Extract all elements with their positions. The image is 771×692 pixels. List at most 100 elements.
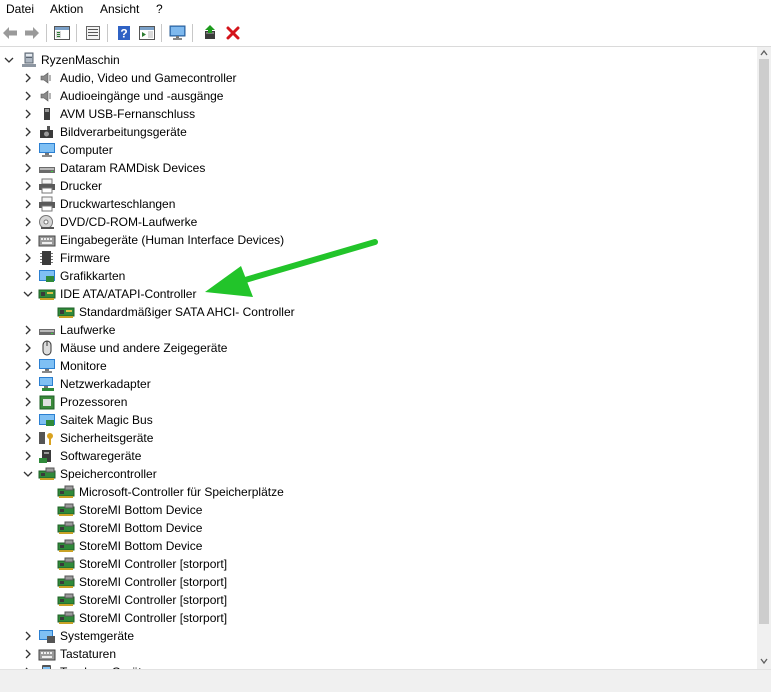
show-hide-action-pane-button[interactable]	[137, 23, 157, 43]
chevron-right-icon[interactable]	[22, 648, 34, 660]
tree-item-label: Laufwerke	[60, 323, 116, 337]
tree-item-label: StoreMI Controller [storport]	[79, 593, 228, 607]
storage-controller-icon	[57, 485, 75, 498]
show-hide-console-tree-button[interactable]	[52, 23, 72, 43]
tree-category-row[interactable]: Softwaregeräte	[0, 447, 757, 465]
tree-item-label: IDE ATA/ATAPI-Controller	[60, 287, 197, 301]
display-adapter-icon	[39, 414, 55, 426]
tree-category-row[interactable]: Sicherheitsgeräte	[0, 429, 757, 447]
tree-category-row[interactable]: Mäuse und andere Zeigegeräte	[0, 339, 757, 357]
chevron-right-icon[interactable]	[22, 630, 34, 642]
tree-device-row[interactable]: StoreMI Controller [storport]	[0, 573, 757, 591]
properties-icon	[86, 26, 100, 40]
console-tree-icon	[54, 26, 70, 40]
chevron-right-icon[interactable]	[22, 450, 34, 462]
back-button[interactable]	[0, 23, 20, 43]
chevron-down-icon[interactable]	[22, 288, 34, 300]
chevron-right-icon[interactable]	[22, 216, 34, 228]
chevron-right-icon[interactable]	[22, 252, 34, 264]
chevron-right-icon[interactable]	[22, 396, 34, 408]
chevron-down-icon[interactable]	[22, 468, 34, 480]
tree-category-row[interactable]: Saitek Magic Bus	[0, 411, 757, 429]
tree-category-row[interactable]: Speichercontroller	[0, 465, 757, 483]
monitor-icon	[169, 25, 186, 40]
tree-device-row[interactable]: StoreMI Bottom Device	[0, 501, 757, 519]
tree-device-row[interactable]: StoreMI Controller [storport]	[0, 609, 757, 627]
vertical-scrollbar[interactable]	[757, 47, 771, 669]
keyboard-icon	[38, 235, 56, 247]
forward-arrow-icon	[25, 27, 39, 39]
computer-root-icon	[22, 52, 36, 67]
tree-category-row[interactable]: Computer	[0, 141, 757, 159]
storage-controller-icon	[57, 521, 75, 534]
printer-icon	[39, 178, 55, 194]
help-button[interactable]: ?	[114, 23, 134, 43]
tree-category-row[interactable]: Prozessoren	[0, 393, 757, 411]
chevron-right-icon[interactable]	[22, 342, 34, 354]
tree-category-row[interactable]: Audioeingänge und -ausgänge	[0, 87, 757, 105]
toolbar-separator	[161, 24, 162, 42]
uninstall-x-icon	[226, 26, 240, 40]
tree-category-row[interactable]: Druckwarteschlangen	[0, 195, 757, 213]
tree-item-label: Sicherheitsgeräte	[60, 431, 154, 445]
chevron-right-icon[interactable]	[22, 162, 34, 174]
tree-category-row[interactable]: Bildverarbeitungsgeräte	[0, 123, 757, 141]
tree-item-label: Audio, Video und Gamecontroller	[60, 71, 237, 85]
tree-device-row[interactable]: StoreMI Controller [storport]	[0, 555, 757, 573]
tree-device-row[interactable]: StoreMI Bottom Device	[0, 537, 757, 555]
properties-button[interactable]	[83, 23, 103, 43]
chevron-right-icon[interactable]	[22, 72, 34, 84]
chevron-right-icon[interactable]	[22, 108, 34, 120]
chevron-right-icon[interactable]	[22, 324, 34, 336]
storage-controller-icon	[57, 539, 75, 552]
tree-item-label: Computer	[60, 143, 113, 157]
chevron-right-icon[interactable]	[22, 90, 34, 102]
menu-aktion[interactable]: Aktion	[50, 2, 83, 16]
chevron-right-icon[interactable]	[22, 378, 34, 390]
software-device-icon	[39, 450, 51, 463]
tree-item-label: Bildverarbeitungsgeräte	[60, 125, 187, 139]
chevron-right-icon[interactable]	[22, 270, 34, 282]
tree-category-row[interactable]: Laufwerke	[0, 321, 757, 339]
tree-device-row[interactable]: Microsoft-Controller für Speicherplätze	[0, 483, 757, 501]
keyboard-icon	[38, 649, 56, 661]
tree-device-row[interactable]: StoreMI Bottom Device	[0, 519, 757, 537]
tree-category-row[interactable]: Monitore	[0, 357, 757, 375]
network-icon	[39, 377, 54, 391]
printer-icon	[39, 196, 55, 212]
scroll-down-icon[interactable]	[760, 657, 768, 665]
tree-device-row[interactable]: StoreMI Controller [storport]	[0, 591, 757, 609]
update-driver-icon	[205, 25, 215, 39]
scan-hardware-button[interactable]	[168, 23, 188, 43]
menu-help[interactable]: ?	[156, 2, 163, 16]
tree-category-row[interactable]: Tastaturen	[0, 645, 757, 663]
tree-category-row[interactable]: AVM USB-Fernanschluss	[0, 105, 757, 123]
menu-ansicht[interactable]: Ansicht	[100, 2, 139, 16]
tree-category-row[interactable]: Systemgeräte	[0, 627, 757, 645]
tree-root-row[interactable]: RyzenMaschin	[0, 51, 757, 69]
tree-device-row[interactable]: Standardmäßiger SATA AHCI- Controller	[0, 303, 757, 321]
chevron-right-icon[interactable]	[22, 432, 34, 444]
tree-category-row[interactable]: Netzwerkadapter	[0, 375, 757, 393]
chevron-right-icon[interactable]	[22, 180, 34, 192]
chevron-right-icon[interactable]	[22, 360, 34, 372]
menu-datei[interactable]: Datei	[6, 2, 34, 16]
tree-category-row[interactable]: Audio, Video und Gamecontroller	[0, 69, 757, 87]
forward-button[interactable]	[22, 23, 42, 43]
chevron-right-icon[interactable]	[22, 198, 34, 210]
tree-category-row[interactable]: DVD/CD-ROM-Laufwerke	[0, 213, 757, 231]
update-driver-button[interactable]	[200, 23, 220, 43]
tree-item-label: Dataram RAMDisk Devices	[60, 161, 206, 175]
chevron-right-icon[interactable]	[22, 234, 34, 246]
chevron-right-icon[interactable]	[22, 414, 34, 426]
chevron-right-icon[interactable]	[22, 144, 34, 156]
storage-controller-icon	[38, 467, 56, 480]
tree-item-label: Systemgeräte	[60, 629, 135, 643]
scrollbar-thumb[interactable]	[759, 59, 769, 624]
uninstall-device-button[interactable]	[223, 23, 243, 43]
tree-category-row[interactable]: Dataram RAMDisk Devices	[0, 159, 757, 177]
tree-category-row[interactable]: Drucker	[0, 177, 757, 195]
chevron-right-icon[interactable]	[22, 126, 34, 138]
scroll-up-icon[interactable]	[760, 49, 768, 57]
chevron-down-icon[interactable]	[3, 54, 15, 66]
